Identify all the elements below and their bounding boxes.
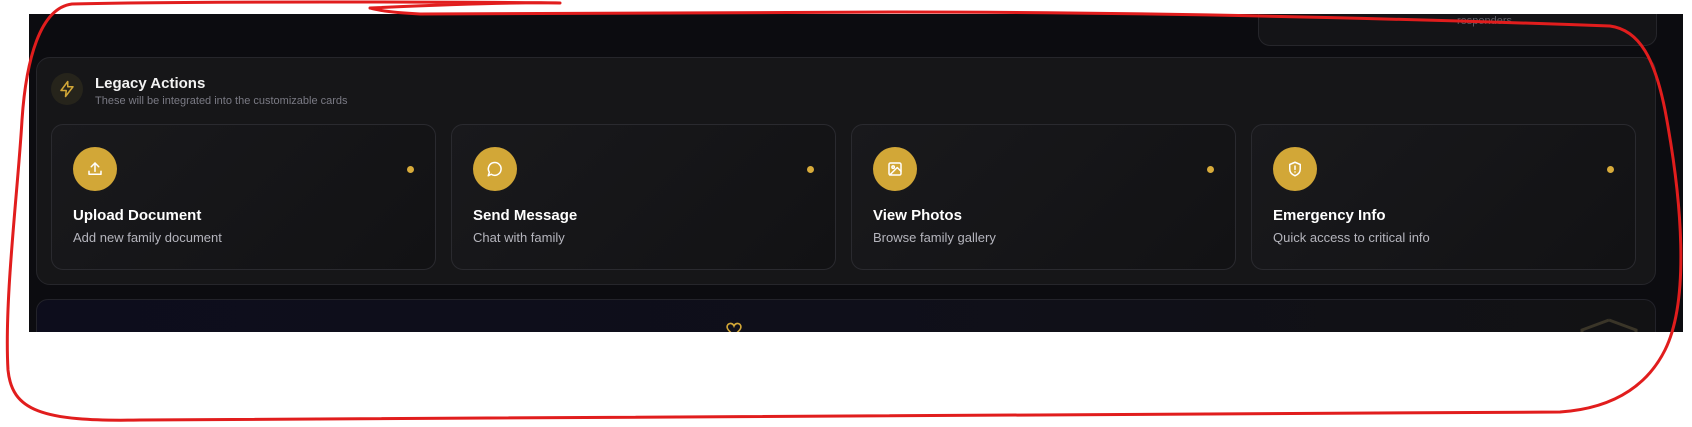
annotation-outline (5, 0, 1683, 422)
